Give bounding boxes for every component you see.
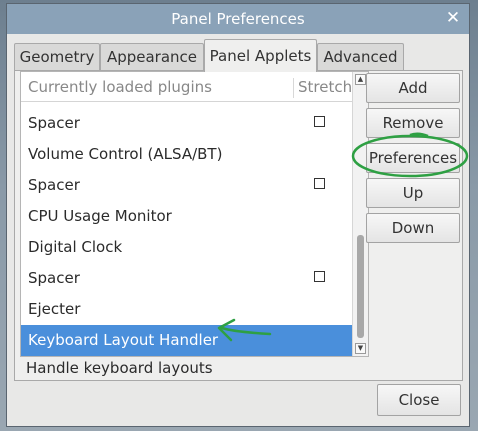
plugin-list[interactable]: Currently loaded plugins Stretch Spacer … bbox=[20, 71, 369, 357]
list-item-digital-clock[interactable]: Digital Clock bbox=[21, 232, 352, 263]
list-item-spacer-1[interactable]: Spacer bbox=[21, 108, 352, 139]
list-item-label: CPU Usage Monitor bbox=[28, 207, 172, 225]
title-bar[interactable]: Panel Preferences ✕ bbox=[7, 4, 469, 34]
plugin-description: Handle keyboard layouts bbox=[26, 359, 213, 377]
tab-appearance[interactable]: Appearance bbox=[100, 43, 204, 70]
up-button[interactable]: Up bbox=[366, 178, 460, 208]
column-header-plugins[interactable]: Currently loaded plugins bbox=[28, 78, 212, 96]
list-item-keyboard-layout-handler[interactable]: Keyboard Layout Handler bbox=[21, 325, 352, 356]
preferences-button[interactable]: Preferences bbox=[366, 143, 460, 173]
list-item-label: Keyboard Layout Handler bbox=[28, 331, 219, 349]
list-header: Currently loaded plugins Stretch bbox=[21, 72, 352, 102]
list-item-volume-control[interactable]: Volume Control (ALSA/BT) bbox=[21, 139, 352, 170]
tab-geometry[interactable]: Geometry bbox=[14, 43, 100, 70]
list-item-label: Spacer bbox=[28, 269, 80, 287]
add-button[interactable]: Add bbox=[366, 73, 460, 103]
window-title: Panel Preferences bbox=[171, 10, 305, 28]
list-item-cpu-usage-monitor[interactable]: CPU Usage Monitor bbox=[21, 201, 352, 232]
stretch-checkbox[interactable] bbox=[314, 178, 325, 189]
scroll-up-arrow-icon[interactable]: ▲ bbox=[355, 74, 366, 85]
column-header-stretch[interactable]: Stretch bbox=[293, 78, 352, 98]
close-icon[interactable]: ✕ bbox=[444, 9, 462, 27]
list-item-ejecter[interactable]: Ejecter bbox=[21, 294, 352, 325]
list-item-label: Spacer bbox=[28, 176, 80, 194]
tab-advanced[interactable]: Advanced bbox=[317, 43, 404, 70]
list-item-spacer-3[interactable]: Spacer bbox=[21, 263, 352, 294]
panel-preferences-window: Panel Preferences ✕ Geometry Appearance … bbox=[6, 3, 470, 427]
list-item-label: Volume Control (ALSA/BT) bbox=[28, 145, 223, 163]
stretch-checkbox[interactable] bbox=[314, 116, 325, 127]
remove-button[interactable]: Remove bbox=[366, 108, 460, 138]
list-item-label: Spacer bbox=[28, 114, 80, 132]
scrollbar-thumb[interactable] bbox=[357, 235, 364, 338]
stretch-checkbox[interactable] bbox=[314, 271, 325, 282]
down-button[interactable]: Down bbox=[366, 213, 460, 243]
scroll-down-arrow-icon[interactable]: ▼ bbox=[355, 343, 366, 354]
list-item-label: Ejecter bbox=[28, 300, 81, 318]
close-button[interactable]: Close bbox=[377, 384, 461, 416]
tab-panel-applets[interactable]: Panel Applets bbox=[204, 39, 317, 72]
list-item-spacer-2[interactable]: Spacer bbox=[21, 170, 352, 201]
list-item-label: Digital Clock bbox=[28, 238, 123, 256]
